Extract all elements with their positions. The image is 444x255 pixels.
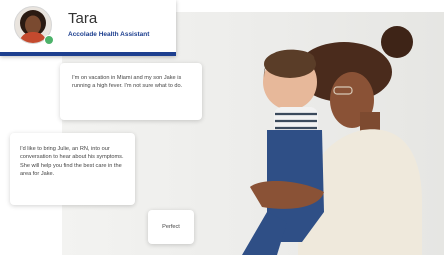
agent-name: Tara <box>68 10 98 27</box>
agent-card: Tara Accolade Health Assistant <box>0 0 176 56</box>
chat-message-member-reply: Perfect <box>148 210 194 244</box>
agent-role: Accolade Health Assistant <box>68 31 150 38</box>
chat-message-member: I'm on vacation in Miami and my son Jake… <box>60 63 202 120</box>
chat-message-assistant: I'd like to bring Julie, an RN, into our… <box>10 133 135 205</box>
online-status-icon <box>44 35 54 45</box>
